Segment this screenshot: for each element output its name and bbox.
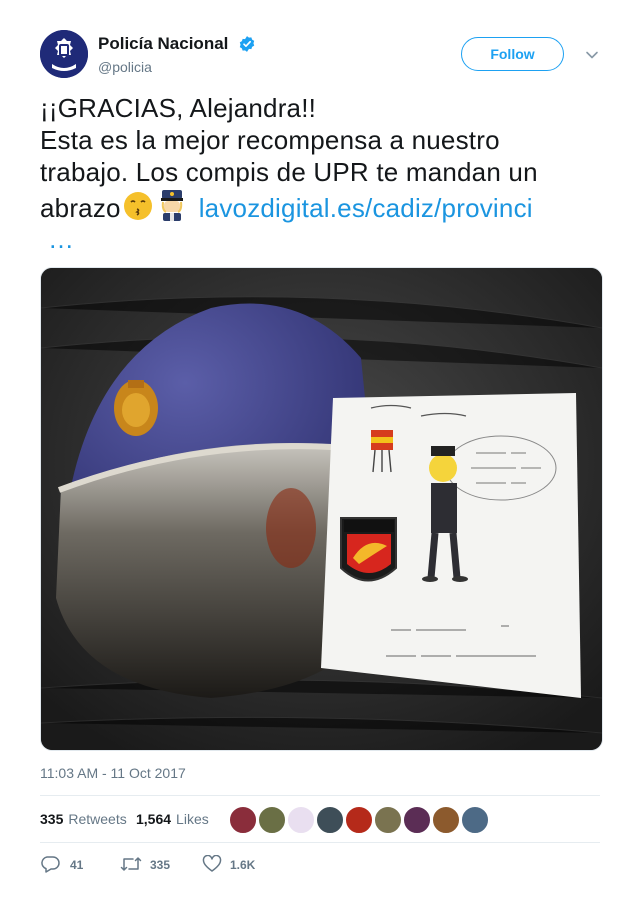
tweet-header: Policía Nacional @policia Follow	[40, 30, 600, 82]
stats-bar: 335 Retweets 1,564 Likes	[40, 795, 600, 843]
tweet-text-line-with-link: abrazo lavozdigital.es/cadiz/provinci	[40, 188, 600, 224]
police-emblem-icon	[40, 30, 88, 78]
tweet-text-line: trabajo. Los compis de UPR te mandan un	[40, 157, 538, 187]
liker-avatar[interactable]	[229, 806, 257, 834]
liker-avatar[interactable]	[345, 806, 373, 834]
retweets-count: 335	[40, 811, 64, 827]
liker-avatar[interactable]	[403, 806, 431, 834]
tweet-timestamp[interactable]: 11:03 AM - 11 Oct 2017	[40, 765, 186, 781]
tweet-link[interactable]: lavozdigital.es/cadiz/provinci	[199, 193, 533, 223]
tweet-link-ellipsis[interactable]: …	[40, 224, 600, 254]
account-info: Policía Nacional @policia	[98, 34, 256, 75]
tweet-actions: 41 335 1.6K	[40, 852, 600, 876]
tweet-text-word: abrazo	[40, 193, 121, 223]
tweet-text: ¡¡GRACIAS, Alejandra!! Esta es la mejor …	[40, 92, 600, 254]
account-handle[interactable]: @policia	[98, 59, 256, 75]
liker-avatar[interactable]	[374, 806, 402, 834]
chevron-down-icon[interactable]	[585, 48, 599, 62]
liker-avatar[interactable]	[461, 806, 489, 834]
display-name[interactable]: Policía Nacional	[98, 34, 228, 54]
reply-icon	[41, 856, 60, 873]
liker-avatar[interactable]	[316, 806, 344, 834]
retweets-label: Retweets	[68, 811, 127, 827]
kissing-face-icon	[123, 192, 152, 220]
retweets-stat[interactable]: 335 Retweets	[40, 811, 127, 827]
tweet-text-line: Esta es la mejor recompensa a nuestro	[40, 125, 500, 155]
like-count: 1.6K	[230, 858, 256, 872]
tweet-text-line: ¡¡GRACIAS, Alejandra!!	[40, 93, 317, 123]
likes-stat[interactable]: 1,564 Likes	[136, 811, 209, 827]
reply-count: 41	[70, 858, 84, 872]
police-officer-icon	[160, 190, 183, 221]
likes-label: Likes	[176, 811, 209, 827]
avatar[interactable]	[40, 30, 88, 78]
likes-count: 1,564	[136, 811, 172, 827]
verified-badge-icon	[239, 36, 255, 52]
heart-icon	[202, 855, 222, 872]
liker-avatar[interactable]	[258, 806, 286, 834]
liker-avatar[interactable]	[287, 806, 315, 834]
photo-helmet-and-drawing	[41, 268, 602, 750]
follow-button[interactable]: Follow	[461, 37, 564, 71]
tweet-photo[interactable]	[40, 267, 603, 751]
liker-avatar[interactable]	[432, 806, 460, 834]
retweet-count: 335	[150, 858, 171, 872]
retweet-icon	[120, 857, 142, 871]
